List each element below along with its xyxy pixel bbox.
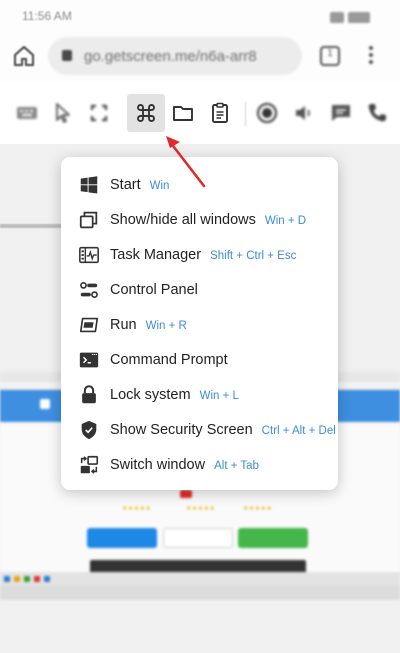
menu-item-shortcut: Alt + Tab xyxy=(214,460,259,472)
menu-item-label: Show/hide all windows xyxy=(110,212,256,228)
system-commands-menu: Start Win Show/hide all windows Win + D Ta… xyxy=(61,157,338,490)
shield-icon xyxy=(78,420,100,440)
menu-item-shortcut: Shift + Ctrl + Esc xyxy=(210,250,297,262)
remote-bottom-bar xyxy=(0,586,400,600)
home-icon[interactable] xyxy=(12,44,36,68)
menu-item-label: Command Prompt xyxy=(110,352,228,368)
remote-download-button[interactable] xyxy=(87,528,157,548)
pointer-icon[interactable] xyxy=(46,96,80,130)
menu-item-label: Show Security Screen xyxy=(110,422,253,438)
menu-item-run[interactable]: Run Win + R xyxy=(61,307,338,342)
tab-count: 1 xyxy=(327,48,333,59)
rating-stars-icon: ★★★★★ xyxy=(243,506,273,512)
menu-item-label: Lock system xyxy=(110,387,191,403)
windows-logo-icon xyxy=(78,175,100,195)
task-manager-icon xyxy=(78,245,100,265)
terminal-icon xyxy=(78,350,100,370)
toolbar-divider xyxy=(245,102,246,126)
toggles-icon xyxy=(78,280,100,300)
remote-start-button[interactable] xyxy=(238,528,308,548)
menu-item-label: Control Panel xyxy=(110,282,198,298)
phone-icon[interactable] xyxy=(360,96,394,130)
switch-window-icon xyxy=(78,455,100,475)
tab-switcher-icon[interactable]: 1 xyxy=(320,46,340,66)
remote-logo-icon xyxy=(40,399,50,409)
rating-stars-icon: ★★★★★ xyxy=(186,506,216,512)
folder-icon[interactable] xyxy=(166,96,200,130)
annotation-arrow-icon xyxy=(166,136,206,188)
address-bar[interactable]: go.getscreen.me/n6a-arr8 xyxy=(48,37,302,75)
menu-item-control-panel[interactable]: Control Panel xyxy=(61,272,338,307)
video-badge-icon xyxy=(180,490,192,498)
browser-toolbar: go.getscreen.me/n6a-arr8 1 xyxy=(0,32,400,82)
run-icon xyxy=(78,315,100,335)
menu-item-show-hide-windows[interactable]: Show/hide all windows Win + D xyxy=(61,202,338,237)
menu-item-shortcut: Win + L xyxy=(199,390,239,402)
menu-item-switch-window[interactable]: Switch window Alt + Tab xyxy=(61,447,338,482)
system-icons xyxy=(326,9,378,24)
overflow-menu-icon[interactable] xyxy=(368,46,374,66)
chat-icon[interactable] xyxy=(324,96,358,130)
menu-item-label: Switch window xyxy=(110,457,206,473)
keyboard-icon[interactable] xyxy=(10,96,44,130)
command-icon[interactable] xyxy=(127,94,165,132)
address-url: go.getscreen.me/n6a-arr8 xyxy=(84,48,257,65)
menu-item-label: Start xyxy=(110,177,141,193)
menu-item-shortcut: Win + R xyxy=(145,320,187,332)
menu-item-lock-system[interactable]: Lock system Win + L xyxy=(61,377,338,412)
clipboard-icon[interactable] xyxy=(203,96,237,130)
remote-signup-button[interactable] xyxy=(163,528,233,548)
remote-taskbar[interactable] xyxy=(0,572,400,586)
lock-icon xyxy=(62,50,72,61)
menu-item-label: Task Manager xyxy=(110,247,202,263)
lock-icon xyxy=(78,385,100,405)
windows-stack-icon xyxy=(78,210,100,230)
menu-item-task-manager[interactable]: Task Manager Shift + Ctrl + Esc xyxy=(61,237,338,272)
fullscreen-icon[interactable] xyxy=(82,96,116,130)
record-icon[interactable] xyxy=(250,96,284,130)
status-time: 11:56 AM xyxy=(22,9,72,23)
menu-item-shortcut: Ctrl + Alt + Del xyxy=(261,425,336,437)
menu-item-security-screen[interactable]: Show Security Screen Ctrl + Alt + Del xyxy=(61,412,338,447)
menu-item-shortcut: Win + D xyxy=(264,215,307,227)
speaker-icon[interactable] xyxy=(287,96,321,130)
status-bar: 11:56 AM xyxy=(0,0,400,32)
rating-stars-icon: ★★★★★ xyxy=(122,506,152,512)
menu-item-command-prompt[interactable]: Command Prompt xyxy=(61,342,338,377)
menu-item-label: Run xyxy=(110,317,137,333)
